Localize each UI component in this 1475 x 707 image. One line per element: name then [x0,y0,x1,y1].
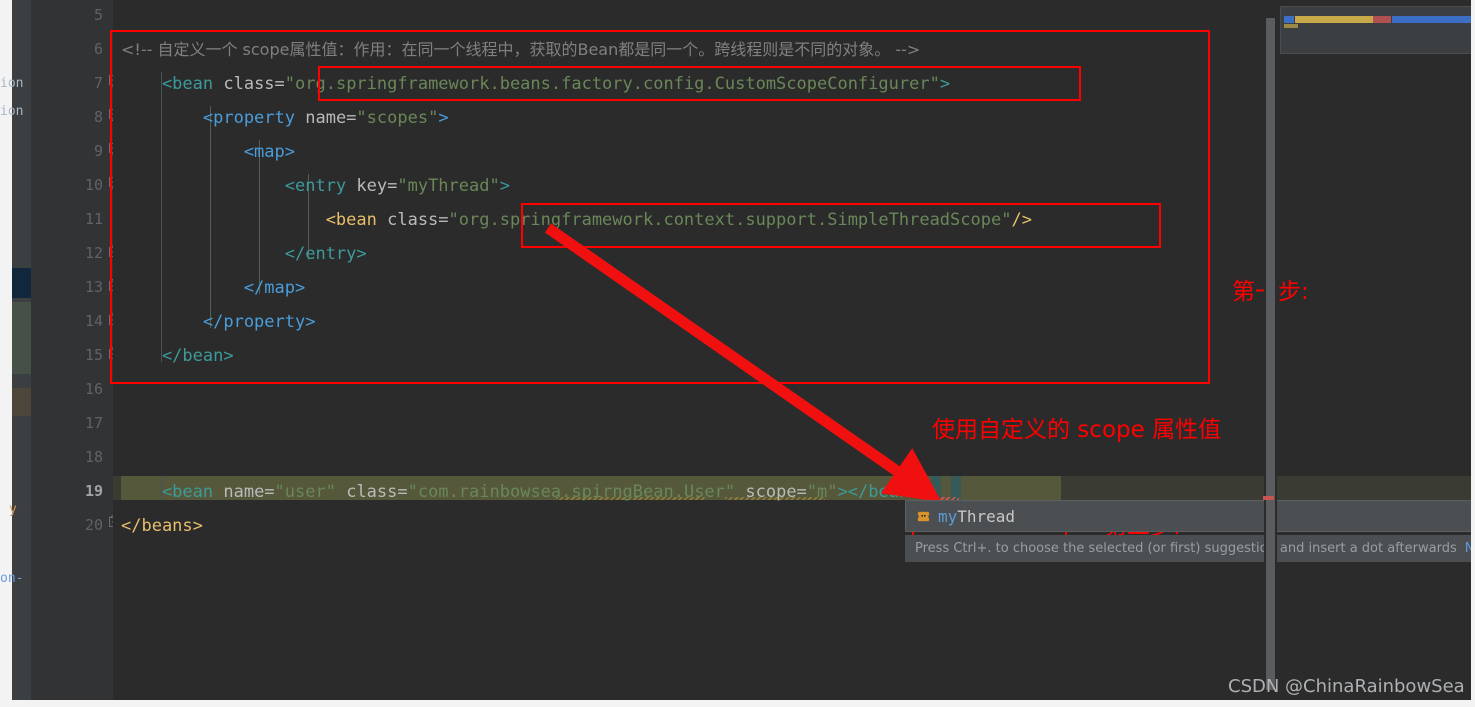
code-token: > [438,108,449,128]
edge-color-block-green [12,302,31,374]
code-line[interactable]: <bean name="user" class="com.rainbowsea.… [121,483,919,501]
code-line[interactable]: <bean class="org.springframework.beans.f… [121,75,950,93]
line-number: 10 [84,176,103,194]
code-token: class= [223,74,285,94]
code-token: </entry> [121,244,367,264]
code-token: "scopes" [356,108,439,128]
code-line[interactable]: </bean> [121,347,234,365]
line-number: 9 [93,142,103,160]
completion-rest: Thread [957,507,1016,526]
minimap-row [1373,16,1391,23]
line-number: 8 [93,108,103,126]
line-number: 7 [93,74,103,92]
minimap-row [1284,16,1294,23]
line-number: 18 [84,448,103,466]
completion-item-mythread[interactable]: myThread [916,507,1015,526]
code-line[interactable]: </property> [121,312,316,332]
code-line[interactable]: <entry key="myThread"> [121,177,510,195]
line-number: 20 [84,516,103,534]
code-token: key= [356,176,398,196]
vertical-scrollbar-track[interactable] [1264,0,1277,707]
code-token: <bean [121,482,224,502]
code-token: class= [335,482,408,502]
ide-window: ion ion y on- 5 6 7 8 9 10 11 12 13 14 15 16 17 18 19 20 [0,0,1475,707]
code-token: "com.rainbowsea.spirngBean.User" [407,482,736,502]
completion-hint-bar: Press Ctrl+. to choose the selected (or … [905,535,1475,562]
completion-hint-text: Press Ctrl+. to choose the selected (or … [915,541,1457,556]
code-token: "org.springframework.context.support.Sim… [448,210,1012,230]
code-token: name= [223,482,275,502]
edge-text-fragment: on- [0,571,24,586]
code-line[interactable]: </entry> [121,245,367,263]
code-token: </property> [121,312,316,332]
vertical-scrollbar-thumb[interactable] [1266,18,1275,690]
line-number: 15 [84,346,103,364]
line-number: 11 [84,210,103,228]
code-line[interactable]: <bean class="org.springframework.context… [121,211,1032,229]
code-token: "m" [806,482,838,502]
minimap-row [1392,16,1475,23]
code-token: <bean [121,210,388,230]
edge-color-block-blue [12,268,31,298]
editor-gutter[interactable]: 5 6 7 8 9 10 11 12 13 14 15 16 17 18 19 20 [31,0,113,707]
code-line[interactable]: <!-- 自定义一个 scope属性值：作用：在同一个线程中，获取的Bean都是… [121,41,920,59]
right-white-edge [1471,0,1475,707]
left-tool-strip: ion ion y on- [0,0,31,707]
code-token: scope= [735,482,807,502]
code-token: <property [121,108,306,128]
code-token: "user" [274,482,336,502]
line-number: 6 [93,40,103,58]
line-number: 16 [84,380,103,398]
code-line[interactable]: <map> [121,143,295,161]
code-token: <map> [121,142,295,162]
line-number: 14 [84,312,103,330]
minimap-row [1284,24,1298,28]
code-token: "org.springframework.beans.factory.confi… [284,74,940,94]
code-token: <!-- 自定义一个 scope属性值：作用：在同一个线程中，获取的Bean都是… [121,40,921,59]
code-line[interactable]: </map> [121,279,305,297]
code-line[interactable]: <property name="scopes"> [121,109,449,127]
bottom-white-edge [0,700,1475,707]
line-number: 13 [84,278,103,296]
code-token: "myThread" [397,176,500,196]
code-token: <bean [121,74,224,94]
code-token: </bean> [121,346,234,366]
editor-minimap[interactable] [1280,6,1475,54]
line-number: 17 [84,414,103,432]
line-number: 12 [84,244,103,262]
minimap-row [1295,16,1373,23]
code-completion-popup[interactable]: myThread [905,500,1475,532]
completion-prefix: my [938,507,958,526]
line-number: 5 [93,6,103,24]
spring-bean-icon [917,511,930,522]
code-token: </map> [121,278,306,298]
code-token: > [499,176,510,196]
code-token: /> [1011,210,1032,230]
edge-color-block-brown [12,388,31,416]
code-token: > [939,74,951,94]
edge-text-fragment: ion [0,104,24,119]
completion-item-label: myThread [938,507,1015,526]
code-token: name= [305,108,357,128]
edge-text-fragment: y [9,502,17,517]
code-token: class= [387,210,449,230]
line-number: 19 [84,482,103,500]
code-token: ></bean> [837,482,920,502]
code-token: </beans> [121,516,203,536]
code-token: <entry [121,176,357,196]
error-stripe-marker[interactable] [1263,496,1274,500]
csdn-watermark: CSDN @ChinaRainbowSea [1228,676,1465,697]
edge-text-fragment: ion [0,76,24,91]
code-line[interactable]: </beans> [121,517,203,535]
